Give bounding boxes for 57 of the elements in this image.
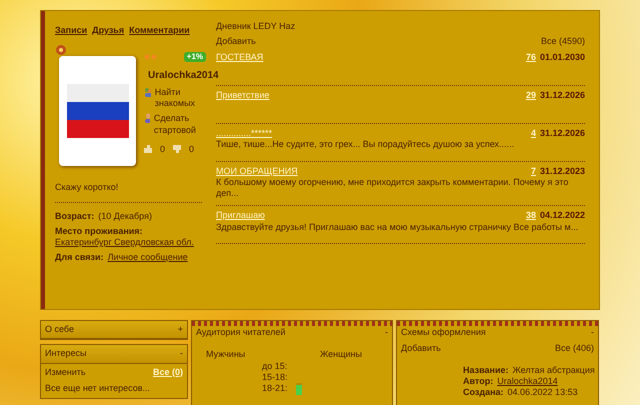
field-label: Автор: [463, 376, 494, 386]
thumbs-down-icon[interactable] [173, 145, 182, 154]
collapse-toggle[interactable]: - [591, 327, 594, 338]
detail-label: Для связи: [55, 252, 104, 262]
post-date: 31.12.2026 [540, 90, 585, 100]
dislikes-count[interactable]: 0 [189, 144, 194, 155]
status-text[interactable]: Скажу коротко! [55, 182, 118, 192]
detail-link[interactable]: Екатеринбург Свердловская обл. [55, 237, 202, 248]
action-link[interactable]: Найти знакомых [154, 86, 206, 110]
flower-icon [55, 44, 67, 56]
detail-link[interactable]: Личное сообщение [108, 252, 188, 262]
add-link[interactable]: Добавить [401, 343, 441, 354]
age-label: 15-18: [262, 372, 288, 383]
post-excerpt: Здравствуйте друзья! Приглашаю вас на мою музыкальную страничку Все работы м... [216, 222, 580, 233]
edit-link[interactable]: Изменить [45, 366, 86, 378]
thumbs-up-icon[interactable] [144, 145, 152, 154]
post-date: 31.12.2023 [540, 166, 585, 176]
all-posts-link[interactable]: Все (4590) [540, 36, 585, 48]
author-link[interactable]: Uralochka2014 [497, 376, 558, 386]
post-excerpt: К большому моему огорчению, мне приходится закрыть комментарии. Почему я это деп... [216, 176, 570, 200]
post-date: 04.12.2022 [540, 210, 585, 220]
collapse-toggle[interactable]: + [178, 324, 183, 336]
rating-badge: +1% [184, 52, 206, 62]
post-date: 01.01.2030 [540, 52, 585, 62]
panel-title: Схемы оформления [401, 327, 486, 338]
likes-count[interactable]: 0 [160, 144, 166, 155]
age-label: 18-21: [262, 383, 288, 395]
field-value: 04.06.2022 13:53 [508, 387, 578, 397]
panel-title: Аудитория читателей [196, 327, 286, 338]
add-link[interactable]: Добавить [216, 36, 256, 48]
diary-title: Дневник LEDY Haz [216, 21, 296, 32]
field-value: Желтая абстракция [512, 364, 595, 374]
stars-icon [144, 54, 158, 60]
collapse-toggle[interactable]: - [385, 327, 388, 338]
post-date: 31.12.2026 [540, 128, 585, 138]
post-excerpt: Тише, тише...Не судите, это грех... Вы порадуйтесь душою за успех...... [216, 138, 516, 150]
field-label: Название: [463, 364, 508, 374]
username-link[interactable]: Uralochka2014 [148, 70, 219, 83]
male-label: Мужчины [206, 349, 246, 360]
people-icon [144, 86, 151, 97]
age-label: до 15: [262, 360, 288, 372]
female-label: Женщины [320, 349, 362, 360]
panel-title: Интересы [45, 348, 86, 360]
action-link[interactable]: Сделать стартовой [154, 113, 206, 136]
person-icon [144, 113, 150, 124]
detail-label: Возраст: [55, 210, 94, 220]
profile-tab[interactable]: Записи [55, 25, 88, 35]
empty-text: Все еще нет интересов... [44, 382, 152, 395]
detail-label: Место проживания: [55, 226, 143, 236]
collapse-toggle[interactable]: - [180, 348, 183, 360]
flag-drawing [66, 84, 128, 138]
detail-value: (10 Декабря) [98, 210, 152, 220]
all-themes-link[interactable]: Все (406) [554, 343, 594, 354]
profile-tab[interactable]: Друзья [92, 25, 124, 35]
profile-tab[interactable]: Комментарии [129, 25, 190, 35]
panel-title: О себе [45, 324, 74, 336]
field-label: Создана: [463, 387, 504, 397]
